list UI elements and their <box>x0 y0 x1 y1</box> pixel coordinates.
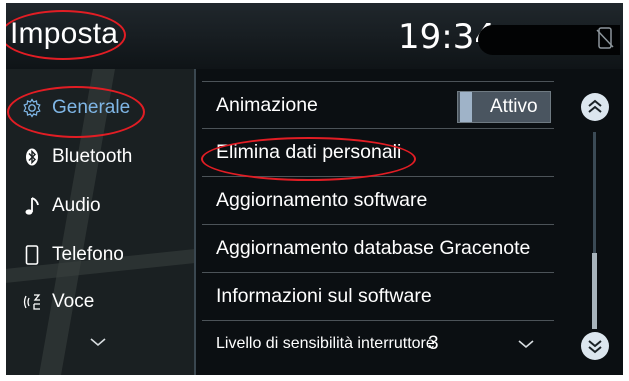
settings-list: Animazione Attivo Elimina dati personali… <box>202 81 554 375</box>
music-note-icon <box>20 196 44 216</box>
no-phone-icon <box>596 27 614 49</box>
sidebar-item-label: Audio <box>52 195 101 216</box>
voice-icon <box>20 292 44 312</box>
scroll-down-button[interactable] <box>581 332 609 360</box>
scrollbar-thumb[interactable] <box>592 253 597 329</box>
setting-row-sensibilita[interactable]: Livello di sensibilità interruttore 3 <box>202 320 554 367</box>
setting-label: Animazione <box>216 93 318 116</box>
animation-toggle[interactable]: Attivo <box>457 91 551 123</box>
sidebar-item-label: Bluetooth <box>52 146 133 167</box>
setting-label: Informazioni sul software <box>216 284 432 307</box>
sensitivity-value: 3 <box>428 333 439 354</box>
sidebar-item-audio[interactable]: Audio <box>6 184 194 228</box>
annotation-circle-generale <box>7 86 145 138</box>
phone-icon <box>20 245 44 265</box>
sidebar-item-voce[interactable]: Voce <box>6 280 194 324</box>
setting-row-aggiornamento-gracenote[interactable]: Aggiornamento database Gracenote <box>202 224 554 271</box>
setting-row-informazioni-software[interactable]: Informazioni sul software <box>202 272 554 319</box>
setting-label: Aggiornamento database Gracenote <box>216 236 531 259</box>
chevron-down-icon[interactable] <box>517 338 535 350</box>
sidebar-item-label: Telefono <box>52 244 124 265</box>
chevron-down-icon[interactable] <box>88 335 108 349</box>
setting-row-animazione[interactable]: Animazione Attivo <box>202 81 554 128</box>
setting-label: Livello di sensibilità interruttore <box>216 335 435 352</box>
setting-label: Aggiornamento software <box>216 188 428 211</box>
annotation-circle-elimina <box>201 137 416 181</box>
setting-row-aggiornamento-software[interactable]: Aggiornamento software <box>202 176 554 223</box>
sidebar-item-bluetooth[interactable]: Bluetooth <box>6 135 194 179</box>
double-chevron-up-icon <box>588 99 602 113</box>
toggle-indicator <box>460 92 472 122</box>
double-chevron-down-icon <box>588 340 602 354</box>
display-screen: Imposta 19:34 Generale Bluetooth Audio T… <box>6 3 623 375</box>
toggle-state: Attivo <box>490 96 538 117</box>
sidebar-item-telefono[interactable]: Telefono <box>6 233 194 277</box>
scroll-up-button[interactable] <box>581 93 609 121</box>
sidebar-item-label: Voce <box>52 291 95 312</box>
bluetooth-icon <box>20 148 44 166</box>
sidebar-divider <box>194 69 196 375</box>
